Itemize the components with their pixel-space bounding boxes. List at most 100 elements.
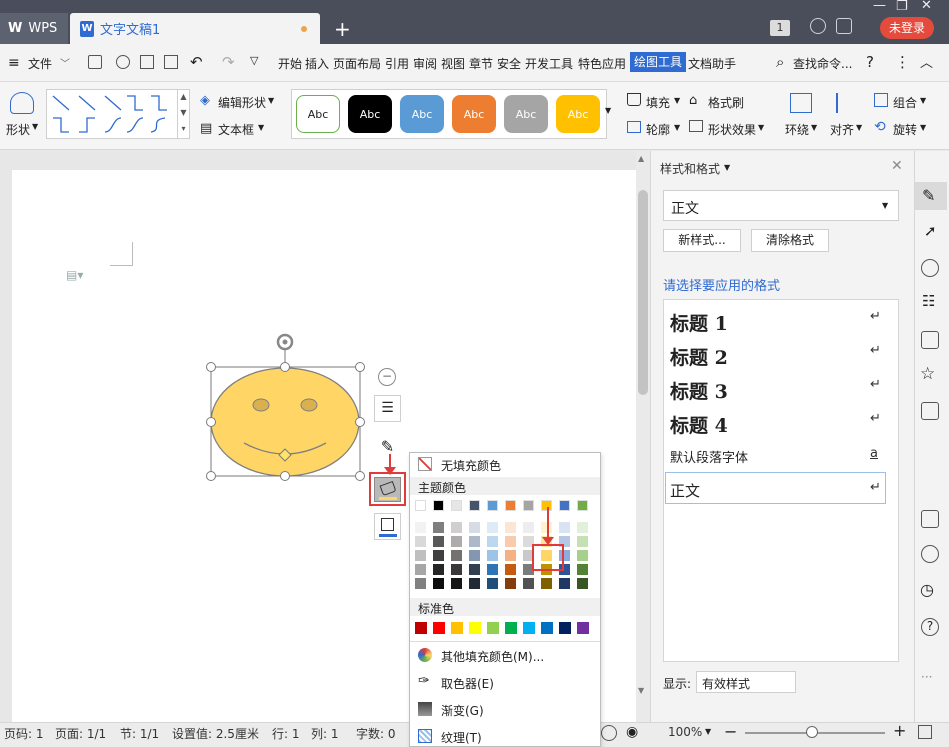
minimize-icon[interactable]: — (873, 0, 886, 13)
style-heading-2[interactable]: 标题 2 (670, 343, 728, 370)
print-icon[interactable] (140, 55, 154, 69)
edit-shape-button[interactable]: 编辑形状 (218, 94, 266, 111)
theme-color-swatch[interactable] (433, 500, 444, 511)
chevron-down-icon[interactable]: ▼ (32, 122, 38, 131)
login-button[interactable]: 未登录 (880, 17, 934, 39)
shape-button[interactable]: 形状 (6, 121, 30, 138)
theme-color-swatch[interactable] (451, 500, 462, 511)
shape-effect-icon[interactable] (689, 120, 703, 132)
rotate-button[interactable]: 旋转 (893, 121, 917, 138)
theme-color-swatch[interactable] (523, 500, 534, 511)
status-pages[interactable]: 页面: 1/1 (55, 725, 106, 742)
rotate-icon[interactable]: ⟲ (874, 119, 886, 135)
maximize-icon[interactable]: ❐ (896, 0, 908, 14)
zoom-in-icon[interactable]: + (893, 721, 906, 740)
theme-color-swatch[interactable] (433, 550, 444, 561)
save-icon[interactable] (88, 55, 102, 69)
format-painter-button[interactable]: 格式刷 (708, 94, 744, 111)
more-fill-colors-option[interactable]: 其他填充颜色(M)... (441, 648, 544, 665)
menu-insert[interactable]: 插入 (305, 55, 329, 72)
status-row[interactable]: 行: 1 (272, 725, 300, 742)
theme-color-swatch[interactable] (487, 536, 498, 547)
standard-color-swatch[interactable] (469, 622, 481, 634)
print-preview-icon[interactable] (164, 55, 178, 69)
theme-color-swatch[interactable] (415, 578, 426, 589)
theme-color-swatch[interactable] (505, 578, 516, 589)
window-count-badge[interactable]: 1 (770, 20, 790, 36)
theme-color-swatch[interactable] (577, 500, 588, 511)
document-tab[interactable]: W 文字文稿1 (70, 13, 320, 44)
fit-window-icon[interactable] (918, 725, 932, 739)
chevron-down-icon[interactable]: ▼ (758, 123, 764, 132)
menu-review[interactable]: 审阅 (413, 55, 437, 72)
edit-shape-icon[interactable]: ◈ (200, 93, 210, 108)
chevron-down-icon[interactable]: ▼ (856, 123, 862, 132)
chevron-down-icon[interactable]: ▼ (920, 96, 926, 105)
zoom-level[interactable]: 100% (668, 725, 702, 739)
status-section[interactable]: 节: 1/1 (120, 725, 159, 742)
outline-color-button[interactable] (374, 513, 401, 540)
style-swatch-outline[interactable]: Abc (296, 95, 340, 133)
standard-color-swatch[interactable] (541, 622, 553, 634)
shapes-icon[interactable] (921, 259, 939, 277)
help-icon[interactable]: ? (921, 618, 939, 636)
web-layout-icon[interactable] (601, 725, 617, 741)
layout-options-icon[interactable]: ☰ (374, 395, 401, 422)
theme-color-swatch[interactable] (433, 578, 444, 589)
standard-color-swatch[interactable] (433, 622, 445, 634)
no-fill-option[interactable]: 无填充颜色 (441, 457, 501, 474)
theme-color-swatch[interactable] (577, 564, 588, 575)
theme-color-swatch[interactable] (505, 500, 516, 511)
theme-color-swatch[interactable] (433, 536, 444, 547)
theme-color-swatch[interactable] (487, 578, 498, 589)
status-word-count[interactable]: 字数: 0 (356, 725, 396, 742)
scroll-up-icon[interactable]: ▲ (638, 154, 644, 163)
file-menu[interactable]: 文件 (28, 55, 52, 72)
chevron-down-icon[interactable]: ﹀ (60, 55, 70, 70)
standard-color-swatch[interactable] (523, 622, 535, 634)
standard-color-swatch[interactable] (487, 622, 499, 634)
wps-app-tab[interactable]: W WPS (0, 13, 68, 44)
fill-button[interactable]: 填充 (646, 94, 670, 111)
group-button[interactable]: 组合 (893, 94, 917, 111)
theme-color-swatch[interactable] (505, 522, 516, 533)
undo-icon[interactable]: ↶ (190, 53, 203, 71)
chevron-down-icon[interactable]: ▼ (920, 123, 926, 132)
cloud-sync-icon[interactable] (921, 545, 939, 563)
menu-special-apps[interactable]: 特色应用 (578, 55, 626, 72)
current-style-select[interactable]: 正文 (663, 190, 899, 221)
style-heading-1[interactable]: 标题 1 (670, 309, 728, 336)
format-painter-icon[interactable]: ⌂ (689, 93, 697, 108)
shape-effect-button[interactable]: 形状效果 (708, 121, 756, 138)
theme-color-swatch[interactable] (577, 536, 588, 547)
menu-doc-helper[interactable]: 文档助手 (688, 55, 736, 72)
line-shapes-gallery[interactable] (46, 89, 190, 139)
close-panel-icon[interactable]: ✕ (891, 158, 903, 174)
theme-color-swatch[interactable] (451, 522, 462, 533)
style-pen-icon[interactable]: ✎ (922, 186, 935, 205)
theme-color-swatch[interactable] (469, 550, 480, 561)
new-tab-button[interactable]: + (334, 17, 351, 41)
theme-color-swatch[interactable] (451, 550, 462, 561)
menu-developer-tools[interactable]: 开发工具 (525, 55, 573, 72)
adjust-settings-icon[interactable]: ☷ (922, 292, 935, 310)
theme-color-swatch[interactable] (451, 578, 462, 589)
zoom-out-icon[interactable]: − (724, 722, 737, 741)
theme-color-swatch[interactable] (451, 536, 462, 547)
chevron-down-icon[interactable]: ▼ (811, 123, 817, 132)
picture-icon[interactable] (921, 510, 939, 528)
theme-color-swatch[interactable] (559, 522, 570, 533)
fill-color-button[interactable] (374, 477, 401, 502)
share-icon[interactable] (836, 18, 852, 34)
style-default-paragraph-font[interactable]: 默认段落字体 (670, 447, 748, 466)
theme-color-swatch[interactable] (577, 550, 588, 561)
theme-color-swatch[interactable] (415, 536, 426, 547)
theme-color-swatch[interactable] (415, 500, 426, 511)
theme-color-swatch[interactable] (415, 564, 426, 575)
theme-color-swatch[interactable] (505, 550, 516, 561)
theme-color-swatch[interactable] (559, 500, 570, 511)
standard-color-swatch[interactable] (505, 622, 517, 634)
search-icon[interactable]: ⌕ (776, 53, 784, 71)
style-swatch-blue[interactable]: Abc (400, 95, 444, 133)
theme-color-swatch[interactable] (523, 522, 534, 533)
